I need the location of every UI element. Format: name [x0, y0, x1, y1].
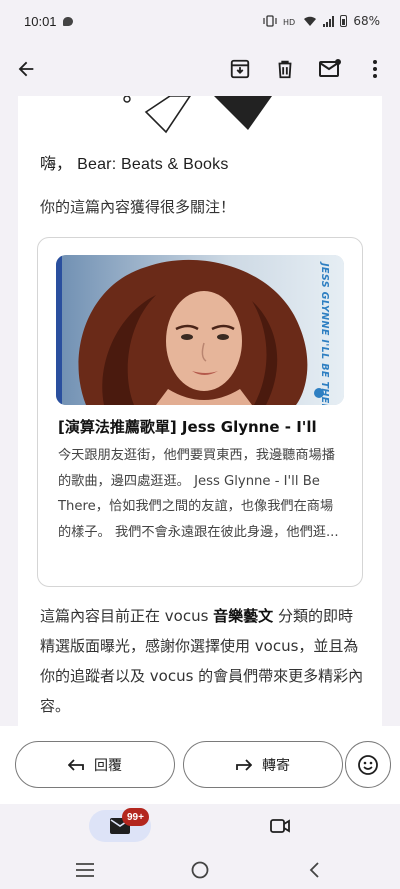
hd-icon: HD — [283, 18, 295, 27]
chevron-left-icon — [309, 862, 319, 878]
article-excerpt: 今天跟朋友逛街，他們要買東西，我邊聽商場播的歌曲，邊四處逛逛。 Jess Gly… — [58, 448, 339, 540]
reply-bar: 回覆 轉寄 — [0, 726, 400, 804]
smiley-icon — [358, 754, 378, 775]
greeting-prefix: 嗨， — [40, 154, 73, 173]
menu-lines-icon — [76, 863, 94, 877]
more-vert-icon — [373, 60, 377, 78]
recent-apps-button[interactable] — [73, 858, 97, 882]
reply-icon — [68, 758, 84, 771]
emoji-reaction-button[interactable] — [345, 741, 391, 788]
reply-label: 回覆 — [94, 757, 122, 774]
greeting: 嗨， Bear: Beats & Books — [40, 150, 229, 174]
body-paragraph: 這篇內容目前正在 vocus 音樂藝文 分類的即時精選版面曝光，感謝你選擇使用 … — [40, 601, 366, 721]
bottom-nav: 99+ — [0, 804, 400, 850]
back-nav-button[interactable] — [303, 858, 327, 882]
video-camera-icon — [270, 819, 290, 833]
home-button[interactable] — [188, 858, 212, 882]
trash-icon — [278, 60, 292, 79]
status-icons: HD 68% — [263, 14, 380, 28]
back-button[interactable] — [9, 52, 43, 86]
status-bar: 10:01 HD 68% — [0, 0, 400, 42]
battery-icon — [340, 15, 348, 27]
system-nav-bar — [0, 850, 400, 889]
back-arrow-icon — [18, 61, 34, 77]
category-name: 音樂藝文 — [213, 607, 274, 625]
email-toolbar — [0, 42, 400, 96]
cover-side-text: JESS GLYNNE I'LL BE THERE — [319, 261, 330, 405]
delete-button[interactable] — [268, 52, 302, 86]
home-circle-icon — [191, 861, 209, 879]
mark-unread-icon — [319, 59, 341, 77]
mail-unread-badge: 99+ — [122, 808, 149, 826]
mark-unread-button[interactable] — [313, 52, 347, 86]
more-options-button[interactable] — [358, 52, 392, 86]
svg-text:HD: HD — [283, 18, 295, 27]
forward-label: 轉寄 — [262, 757, 290, 774]
archive-button[interactable] — [223, 52, 257, 86]
email-body: 嗨， Bear: Beats & Books 你的這篇內容獲得很多關注！ JES… — [18, 96, 382, 726]
body-text-before: 這篇內容目前正在 vocus — [40, 607, 214, 625]
lead-text: 你的這篇內容獲得很多關注！ — [40, 198, 236, 216]
article-cover-image: JESS GLYNNE I'LL BE THERE — [56, 255, 344, 405]
forward-button[interactable]: 轉寄 — [183, 741, 343, 788]
signal-icon — [323, 15, 335, 27]
battery-percent: 68% — [353, 14, 380, 28]
chat-bubble-icon — [62, 16, 73, 26]
archive-icon — [230, 59, 250, 79]
article-title[interactable]: [演算法推薦歌單] Jess Glynne - I'll — [58, 416, 348, 437]
wifi-icon — [304, 16, 317, 26]
header-illustration — [123, 96, 272, 134]
status-time: 10:01 — [24, 13, 57, 29]
vibrate-icon — [263, 15, 277, 27]
greeting-name: Bear: Beats & Books — [77, 156, 229, 173]
reply-button[interactable]: 回覆 — [15, 741, 175, 788]
tab-meet[interactable] — [266, 814, 294, 838]
forward-icon — [236, 758, 252, 771]
article-card[interactable]: JESS GLYNNE I'LL BE THERE [演算法推薦歌單] Jess… — [37, 237, 363, 587]
